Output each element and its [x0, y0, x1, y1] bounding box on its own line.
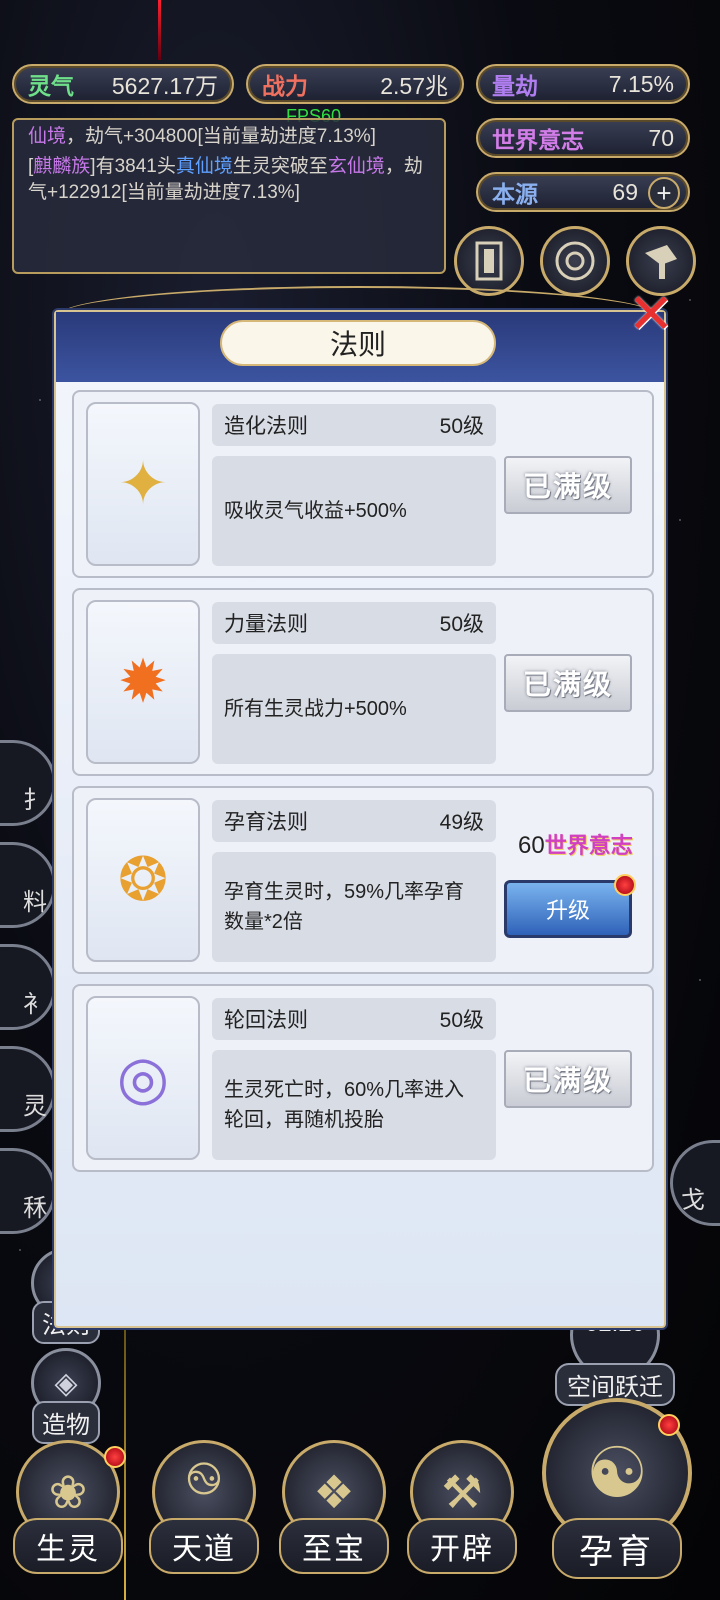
cost-currency: 世界意志 — [544, 833, 633, 858]
log-text: 生灵突破至 — [232, 156, 328, 177]
law-level: 50级 — [439, 1009, 484, 1032]
law-description: 吸收灵气收益+500% — [212, 456, 496, 566]
nav-shengling-label: 生灵 — [13, 1518, 123, 1574]
law-name: 孕育法则 — [224, 811, 308, 834]
law-name-bar: 轮回法则 50级 — [212, 998, 496, 1040]
law-name-bar: 造化法则 50级 — [212, 404, 496, 446]
nav-yunyu[interactable]: ☯ 孕育 — [536, 1398, 698, 1579]
max-level-button[interactable]: 已满级 — [504, 456, 632, 514]
benyuan-stat: 本源 69 + — [476, 172, 690, 212]
lingqi-label: 灵气 — [28, 73, 74, 99]
side-button-edge[interactable]: 料 — [0, 842, 56, 928]
side-edge-label: 灵 — [23, 1092, 47, 1120]
nav-shengling[interactable]: ❀ 生灵 — [6, 1440, 130, 1574]
liangjie-stat: 量劫 7.15% — [476, 64, 690, 104]
log-line: [麒麟族]有3841头真仙境生灵突破至玄仙境，劫气+122912[当前量劫进度7… — [28, 154, 430, 206]
side-edge-label: 秝 — [23, 1194, 47, 1222]
log-text: ]有3841头 — [90, 156, 176, 177]
law-name: 轮回法则 — [224, 1009, 308, 1032]
red-beam — [158, 0, 161, 60]
law-modal: 法则 ✦ 造化法则 50级 吸收灵气收益+500% 已满级 ✹ 力量法则 50级… — [54, 310, 666, 1328]
add-benyuan-button[interactable]: + — [648, 177, 680, 209]
side-button-edge[interactable]: 扌 — [0, 740, 56, 826]
reincarnation-law-icon: ◎ — [86, 996, 200, 1160]
log-race: 麒麟族 — [33, 156, 91, 177]
scroll-icon[interactable] — [454, 226, 524, 296]
nav-yunyu-label: 孕育 — [552, 1518, 682, 1579]
zhanli-stat: 战力 2.57兆 — [246, 64, 464, 104]
law-name: 造化法则 — [224, 415, 308, 438]
nav-tiandao[interactable]: ࿊ 天道 — [142, 1440, 266, 1574]
nav-zhibao[interactable]: ❖ 至宝 — [272, 1440, 396, 1574]
law-description: 生灵死亡时，60%几率进入轮回，再随机投胎 — [212, 1050, 496, 1160]
liangjie-label: 量劫 — [492, 73, 538, 99]
benyuan-label: 本源 — [492, 181, 538, 207]
lingqi-value: 5627.17万 — [111, 73, 218, 99]
law-name: 力量法则 — [224, 613, 308, 636]
law-level: 50级 — [439, 415, 484, 438]
nav-tiandao-label: 天道 — [149, 1518, 259, 1574]
side-edge-label: 料 — [23, 888, 47, 916]
notification-badge — [658, 1414, 680, 1436]
nav-kaipi[interactable]: ⚒ 开辟 — [400, 1440, 524, 1574]
law-card: ❂ 孕育法则 49级 孕育生灵时，59%几率孕育数量*2倍 60世界意志 升级 — [72, 786, 654, 974]
right-edge-label: 戈 — [681, 1186, 705, 1214]
shijie-label: 世界意志 — [492, 127, 584, 153]
zhanli-value: 2.57兆 — [380, 73, 448, 99]
shijie-stat: 世界意志 70 — [476, 118, 690, 158]
log-line: 仙境，劫气+304800[当前量劫进度7.13%] — [28, 124, 430, 150]
log-text: ，劫气+304800[当前量劫进度7.13%] — [66, 126, 376, 147]
upgrade-button[interactable]: 升级 — [504, 880, 632, 938]
side-edge-label: 衤 — [23, 990, 47, 1018]
modal-title: 法则 — [220, 320, 496, 366]
law-description: 所有生灵战力+500% — [212, 654, 496, 764]
cost-amount: 60 — [518, 832, 545, 859]
law-description: 孕育生灵时，59%几率孕育数量*2倍 — [212, 852, 496, 962]
create-side-label: 造物 — [32, 1401, 100, 1444]
creation-law-icon: ✦ — [86, 402, 200, 566]
log-realm: 仙境 — [28, 126, 67, 147]
notification-badge — [104, 1446, 126, 1468]
lingqi-stat: 灵气 5627.17万 — [12, 64, 234, 104]
event-log[interactable]: 仙境，劫气+304800[当前量劫进度7.13%] [麒麟族]有3841头真仙境… — [12, 118, 446, 274]
nav-kaipi-label: 开辟 — [407, 1518, 517, 1574]
law-name-bar: 力量法则 50级 — [212, 602, 496, 644]
law-level: 49级 — [439, 811, 484, 834]
vortex-icon[interactable] — [540, 226, 610, 296]
nurture-law-icon: ❂ — [86, 798, 200, 962]
close-icon[interactable]: ✕ — [624, 287, 678, 343]
log-realm: 真仙境 — [175, 156, 233, 177]
power-law-icon: ✹ — [86, 600, 200, 764]
law-card: ◎ 轮回法则 50级 生灵死亡时，60%几率进入轮回，再随机投胎 已满级 — [72, 984, 654, 1172]
right-side-button[interactable]: 戈 — [670, 1140, 720, 1226]
side-button-edge[interactable]: 灵 — [0, 1046, 56, 1132]
law-level: 50级 — [439, 613, 484, 636]
side-button-edge[interactable]: 秝 — [0, 1148, 56, 1234]
notification-badge — [614, 874, 636, 896]
law-name-bar: 孕育法则 49级 — [212, 800, 496, 842]
side-button-edge[interactable]: 衤 — [0, 944, 56, 1030]
max-level-button[interactable]: 已满级 — [504, 654, 632, 712]
benyuan-value: 69 — [612, 178, 638, 205]
upgrade-cost: 60世界意志 — [518, 828, 633, 860]
law-card: ✹ 力量法则 50级 所有生灵战力+500% 已满级 — [72, 588, 654, 776]
log-realm: 玄仙境 — [327, 156, 385, 177]
nav-zhibao-label: 至宝 — [279, 1518, 389, 1574]
side-edge-label: 扌 — [23, 786, 47, 814]
liangjie-value: 7.15% — [608, 70, 674, 97]
zhanli-label: 战力 — [262, 73, 308, 99]
max-level-button[interactable]: 已满级 — [504, 1050, 632, 1108]
shijie-value: 70 — [648, 124, 674, 151]
create-side-button[interactable]: ◈ 造物 — [28, 1348, 104, 1444]
modal-header: 法则 — [56, 312, 664, 382]
law-card: ✦ 造化法则 50级 吸收灵气收益+500% 已满级 — [72, 390, 654, 578]
